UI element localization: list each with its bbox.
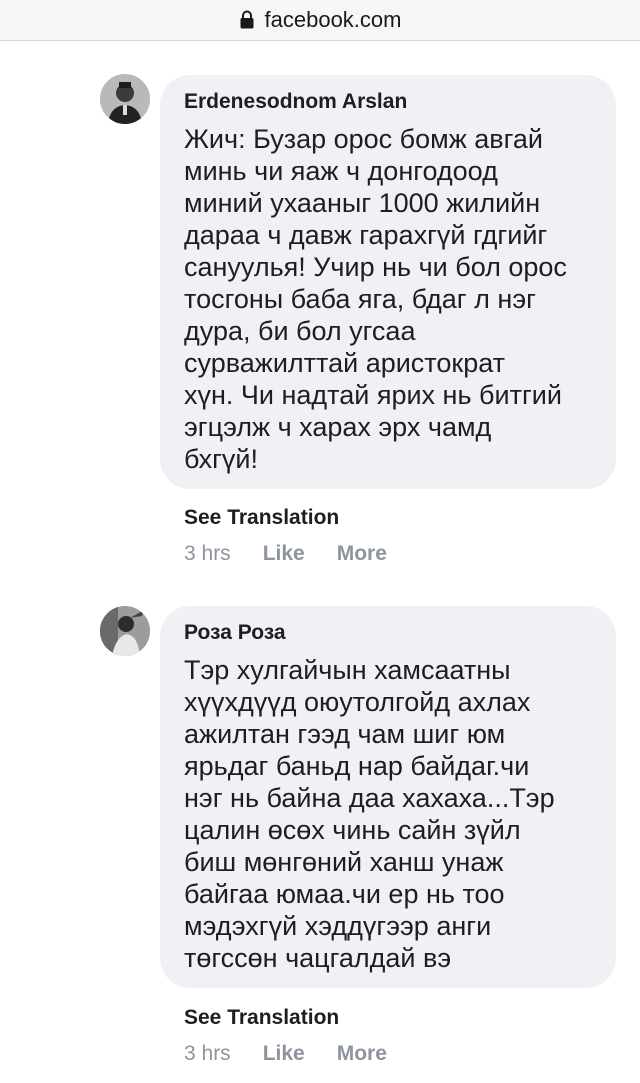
- comment-author[interactable]: Erdenesodnom Arslan: [184, 89, 592, 115]
- comment-text: Тэр хулгайчын хамсаатны хүүхдүүд оюутолг…: [184, 655, 555, 973]
- comment-timestamp[interactable]: 3 hrs: [184, 1042, 231, 1066]
- comment-actions: 3 hrs Like More: [184, 1042, 419, 1066]
- more-button[interactable]: More: [337, 1042, 387, 1066]
- comment-author[interactable]: Роза Роза: [184, 620, 592, 646]
- comment-timestamp[interactable]: 3 hrs: [184, 542, 231, 566]
- comment-bubble: Роза Роза Тэр хулгайчын хамсаатны хүүхдү…: [160, 606, 616, 988]
- comment-actions: 3 hrs Like More: [184, 542, 419, 566]
- like-button[interactable]: Like: [263, 542, 305, 566]
- address-bar[interactable]: facebook.com: [0, 0, 640, 41]
- avatar[interactable]: [100, 74, 150, 124]
- profile-photo-icon: [100, 74, 150, 124]
- avatar[interactable]: [100, 606, 150, 656]
- like-button[interactable]: Like: [263, 1042, 305, 1066]
- more-button[interactable]: More: [337, 542, 387, 566]
- see-translation-link[interactable]: See Translation: [184, 506, 339, 530]
- lock-icon: [239, 10, 257, 30]
- profile-photo-icon: [100, 606, 150, 656]
- see-translation-link[interactable]: See Translation: [184, 1006, 339, 1030]
- url-text: facebook.com: [264, 7, 402, 32]
- comment-bubble: Erdenesodnom Arslan Жич: Бузар орос бомж…: [160, 75, 616, 489]
- comment-text: Жич: Бузар орос бомж авгай минь чи яаж ч…: [184, 124, 567, 474]
